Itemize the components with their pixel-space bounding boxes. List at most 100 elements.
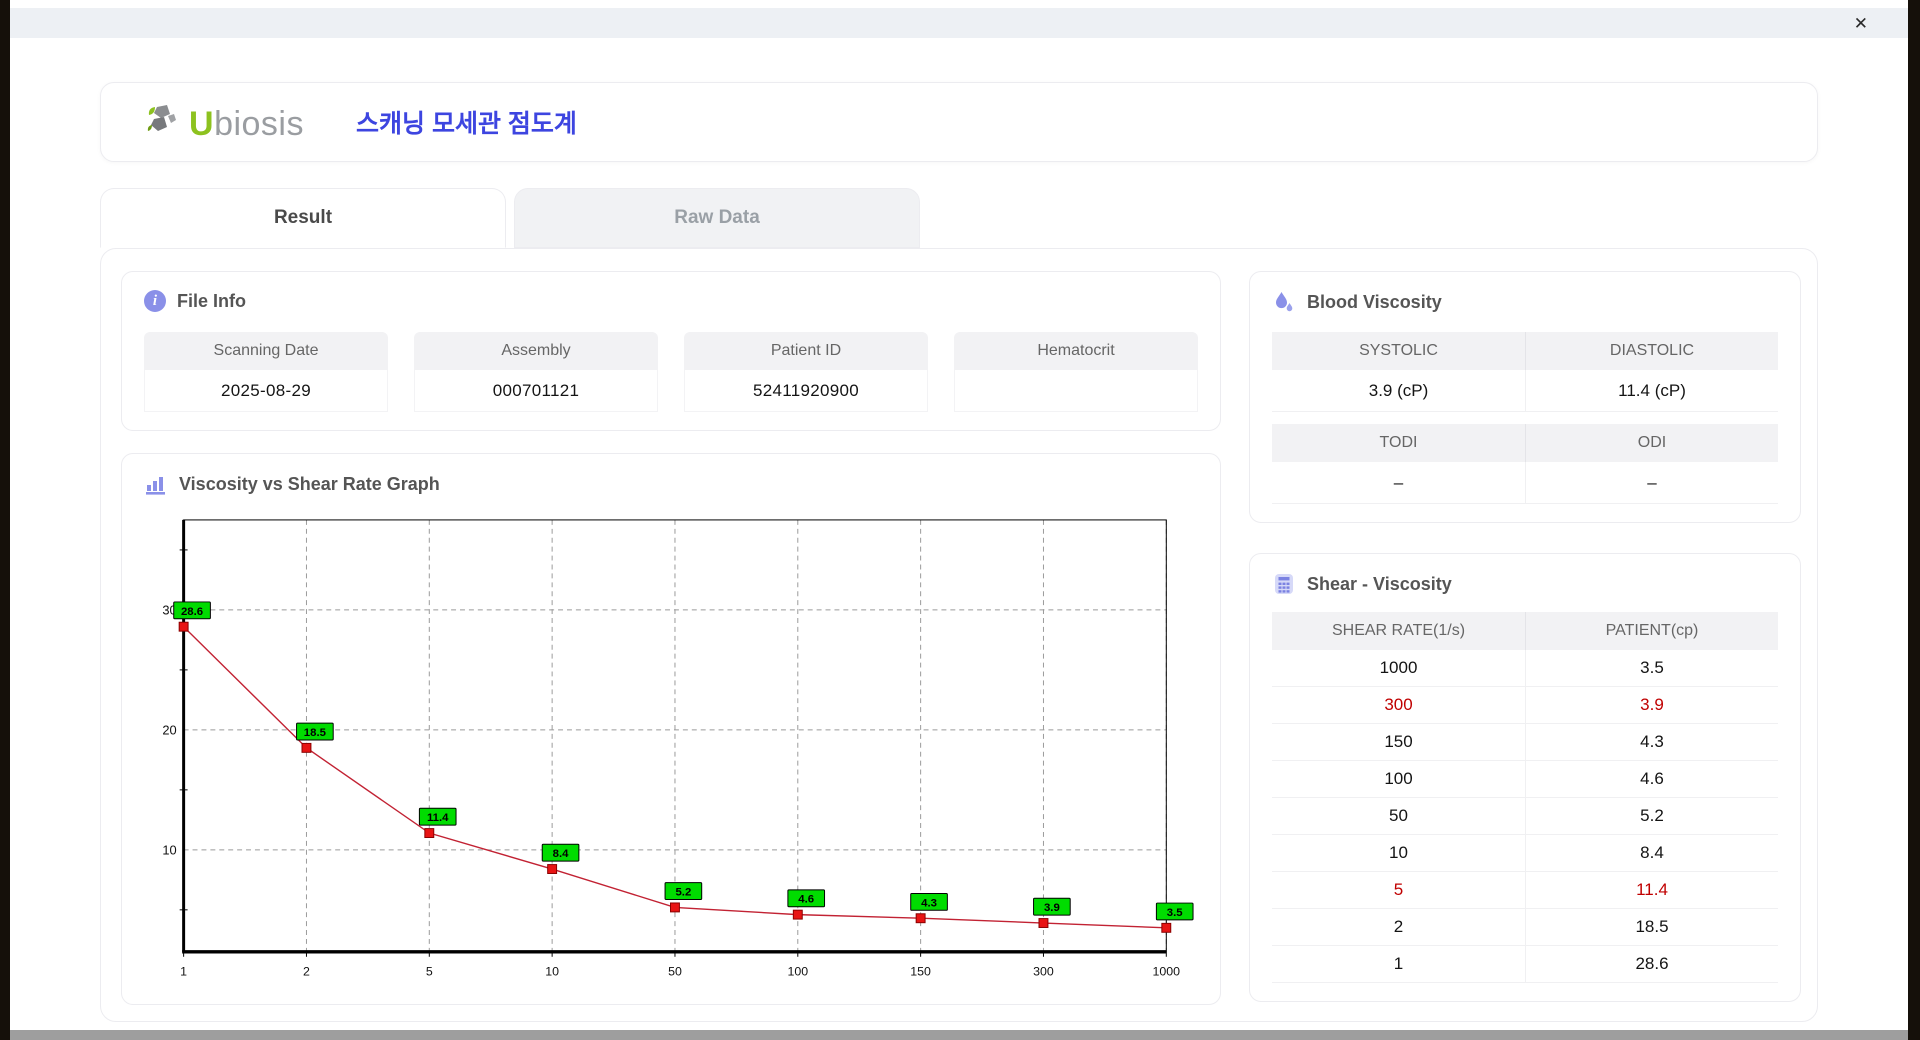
- svg-text:100: 100: [787, 965, 808, 979]
- svg-text:1000: 1000: [1153, 965, 1181, 979]
- right-column: Blood Viscosity SYSTOLIC DIASTOLIC 3.9 (…: [1249, 271, 1801, 1002]
- viscosity-shear-chart: 1 2 5 10 50 100 150 300 1000102030 28.618.511.48.…: [162, 519, 1194, 979]
- file-info-title-row: i File Info: [144, 290, 1198, 312]
- blood-viscosity-title-row: Blood Viscosity: [1272, 290, 1778, 314]
- diastolic-value: 11.4 (cP): [1525, 370, 1778, 411]
- field-assembly: Assembly 000701121: [414, 332, 658, 412]
- tab-result[interactable]: Result: [100, 188, 506, 248]
- svg-text:28.6: 28.6: [181, 606, 203, 618]
- svg-text:50: 50: [668, 965, 682, 979]
- blood-viscosity-title: Blood Viscosity: [1307, 291, 1442, 312]
- patient-viscosity-value: 28.6: [1525, 946, 1778, 982]
- svg-text:1: 1: [180, 965, 187, 979]
- graph-title: Viscosity vs Shear Rate Graph: [179, 473, 440, 494]
- tab-bar: Result Raw Data: [100, 188, 1818, 248]
- shear-rate-value: 1000: [1379, 658, 1418, 677]
- field-value: 2025-08-29: [144, 370, 388, 412]
- window-titlebar: ✕: [10, 8, 1908, 38]
- file-info-fields: Scanning Date 2025-08-29 Assembly 000701…: [144, 332, 1198, 412]
- diastolic-header: DIASTOLIC: [1525, 332, 1778, 370]
- patient-viscosity-value: 4.6: [1525, 761, 1778, 797]
- shear-rate-value: 1: [1393, 954, 1404, 973]
- shear-viscosity-rows: 1000 3.5 300 3.9 150 4.3 100 4.6 50 5.2 10 8.4 5 11.4…: [1272, 650, 1778, 983]
- shear-viscosity-row: 1 28.6: [1272, 946, 1778, 983]
- header-card: Ubiosis 스캐닝 모세관 점도계: [100, 82, 1818, 162]
- systolic-diastolic-group: SYSTOLIC DIASTOLIC 3.9 (cP) 11.4 (cP): [1272, 332, 1778, 412]
- shear-viscosity-row: 300 3.9: [1272, 687, 1778, 724]
- svg-text:5: 5: [426, 965, 433, 979]
- brand-u: U: [189, 104, 215, 143]
- shear-viscosity-table: SHEAR RATE(1/s) PATIENT(cp) 1000 3.5 300 3.…: [1272, 612, 1778, 983]
- shear-rate-value: 5: [1393, 880, 1404, 899]
- shear-rate-value: 2: [1393, 917, 1404, 936]
- svg-text:18.5: 18.5: [304, 727, 327, 739]
- bar-chart-icon: [144, 472, 168, 496]
- ubiosis-logo: Ubiosis: [143, 101, 304, 143]
- field-label: Hematocrit: [954, 332, 1198, 370]
- shear-viscosity-row: 100 4.6: [1272, 761, 1778, 798]
- tab-raw-data[interactable]: Raw Data: [514, 188, 920, 248]
- patient-viscosity-value: 3.5: [1525, 650, 1778, 686]
- patient-viscosity-value: 5.2: [1525, 798, 1778, 834]
- shear-viscosity-row: 5 11.4: [1272, 872, 1778, 909]
- left-column: i File Info Scanning Date 2025-08-29 Ass…: [121, 271, 1221, 1005]
- patient-viscosity-value: 4.3: [1525, 724, 1778, 760]
- shear-rate-value: 150: [1384, 732, 1413, 751]
- svg-text:20: 20: [162, 722, 176, 737]
- svg-text:2: 2: [303, 965, 310, 979]
- shear-rate-value: 300: [1384, 695, 1413, 714]
- svg-text:5.2: 5.2: [675, 887, 691, 899]
- field-label: Patient ID: [684, 332, 928, 370]
- file-info-title: File Info: [177, 290, 246, 311]
- shear-viscosity-card: Shear - Viscosity SHEAR RATE(1/s) PATIEN…: [1249, 553, 1801, 1002]
- svg-text:150: 150: [910, 965, 931, 979]
- chart-area: 1 2 5 10 50 100 150 300 1000 10 20 30 28.6 18.5 11.4 8.…: [144, 512, 1198, 986]
- droplets-icon: [1272, 290, 1296, 314]
- table-header-row: SYSTOLIC DIASTOLIC: [1272, 332, 1778, 370]
- todi-value: –: [1393, 472, 1404, 492]
- graph-title-row: Viscosity vs Shear Rate Graph: [144, 472, 1198, 496]
- page-content: Ubiosis 스캐닝 모세관 점도계 Result Raw Data i Fi…: [10, 38, 1908, 1030]
- svg-text:3.5: 3.5: [1167, 907, 1183, 919]
- field-label: Scanning Date: [144, 332, 388, 370]
- systolic-value: 3.9 (cP): [1368, 380, 1429, 400]
- svg-text:4.3: 4.3: [921, 897, 937, 909]
- file-info-card: i File Info Scanning Date 2025-08-29 Ass…: [121, 271, 1221, 431]
- info-icon: i: [144, 290, 166, 312]
- shear-viscosity-title-row: Shear - Viscosity: [1272, 572, 1778, 596]
- todi-header: TODI: [1379, 434, 1418, 451]
- app-window: ✕ Ubiosis 스캐닝 모세관 점도계 Result Raw Data i …: [10, 0, 1908, 1040]
- shear-rate-column-header: SHEAR RATE(1/s): [1331, 622, 1466, 639]
- patient-viscosity-value: 11.4: [1525, 872, 1778, 908]
- blood-viscosity-card: Blood Viscosity SYSTOLIC DIASTOLIC 3.9 (…: [1249, 271, 1801, 523]
- shear-rate-value: 50: [1389, 806, 1408, 825]
- brand-rest: biosis: [214, 104, 304, 143]
- patient-column-header: PATIENT(cp): [1525, 612, 1778, 650]
- table-header-row: TODI ODI: [1272, 424, 1778, 462]
- odi-value: –: [1525, 462, 1778, 503]
- field-scanning-date: Scanning Date 2025-08-29: [144, 332, 388, 412]
- table-header-row: SHEAR RATE(1/s) PATIENT(cp): [1272, 612, 1778, 650]
- patient-viscosity-value: 18.5: [1525, 909, 1778, 945]
- patient-viscosity-value: 3.9: [1525, 687, 1778, 723]
- app-title-korean: 스캐닝 모세관 점도계: [356, 110, 577, 138]
- patient-viscosity-value: 8.4: [1525, 835, 1778, 871]
- brand-text: Ubiosis: [189, 104, 304, 143]
- ubiosis-logo-icon: [143, 101, 185, 143]
- shear-viscosity-row: 50 5.2: [1272, 798, 1778, 835]
- shear-viscosity-row: 10 8.4: [1272, 835, 1778, 872]
- shear-rate-value: 100: [1384, 769, 1413, 788]
- shear-viscosity-row: 2 18.5: [1272, 909, 1778, 946]
- window-bottom-edge: [10, 1030, 1908, 1040]
- shear-viscosity-row: 1000 3.5: [1272, 650, 1778, 687]
- close-icon[interactable]: ✕: [1854, 15, 1868, 32]
- field-value: 52411920900: [684, 370, 928, 412]
- systolic-header: SYSTOLIC: [1359, 342, 1438, 359]
- svg-text:10: 10: [162, 842, 176, 857]
- result-tab-content: i File Info Scanning Date 2025-08-29 Ass…: [100, 248, 1818, 1022]
- todi-odi-group: TODI ODI – –: [1272, 424, 1778, 504]
- svg-text:10: 10: [545, 965, 559, 979]
- shear-rate-value: 10: [1389, 843, 1408, 862]
- blood-viscosity-table: SYSTOLIC DIASTOLIC 3.9 (cP) 11.4 (cP) TO…: [1272, 332, 1778, 504]
- svg-text:300: 300: [1033, 965, 1054, 979]
